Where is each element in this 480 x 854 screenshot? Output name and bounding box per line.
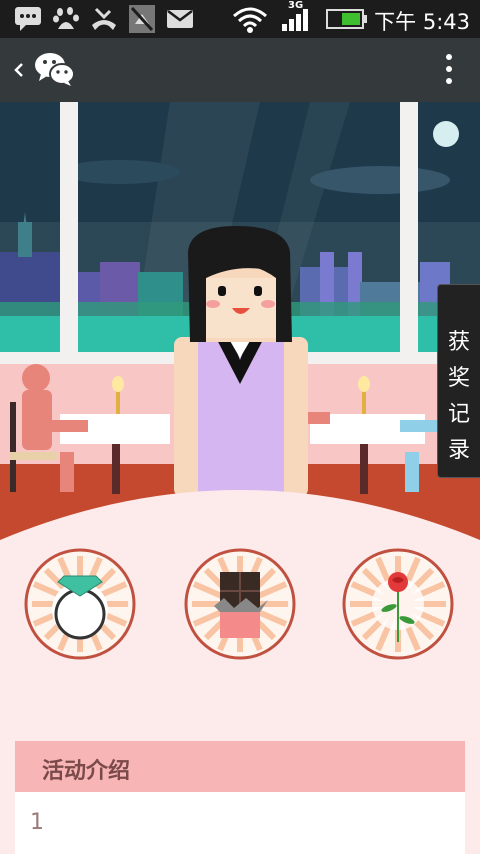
chocolate-bar-icon [214, 572, 268, 638]
activity-intro-body: 1 [15, 792, 465, 854]
award-tab-char: 奖 [447, 366, 470, 391]
award-tab-char: 获 [447, 330, 470, 355]
mute-icon [129, 5, 155, 33]
ring-prize[interactable] [24, 548, 136, 660]
more-vertical-icon [446, 54, 452, 60]
missed-call-icon [92, 7, 116, 30]
chevron-left-icon [14, 63, 23, 77]
back-button[interactable] [12, 54, 32, 86]
more-menu-button[interactable] [444, 52, 454, 88]
wechat-logo-icon [35, 53, 75, 86]
sms-icon [15, 7, 41, 31]
title-bar [0, 38, 480, 102]
activity-intro-title: 活动介绍 [42, 759, 131, 784]
activity-intro-header: 活动介绍 [15, 741, 465, 792]
award-tab-char: 录 [447, 438, 470, 463]
award-record-tab[interactable]: 获 奖 记 录 [437, 284, 480, 478]
baidu-paw-icon [53, 7, 79, 29]
diamond-ring-icon [54, 575, 106, 640]
wifi-icon [233, 7, 267, 33]
chocolate-prize[interactable] [184, 548, 296, 660]
activity-intro-text: 1 [30, 810, 44, 835]
award-tab-char: 记 [447, 402, 470, 427]
status-time: 下午 5:43 [374, 10, 470, 34]
signal-icon [282, 9, 308, 31]
battery-icon [326, 9, 367, 29]
mail-icon [167, 10, 193, 28]
status-bar: 3G 下午 5:43 [0, 0, 480, 38]
rose-prize[interactable] [342, 548, 454, 660]
